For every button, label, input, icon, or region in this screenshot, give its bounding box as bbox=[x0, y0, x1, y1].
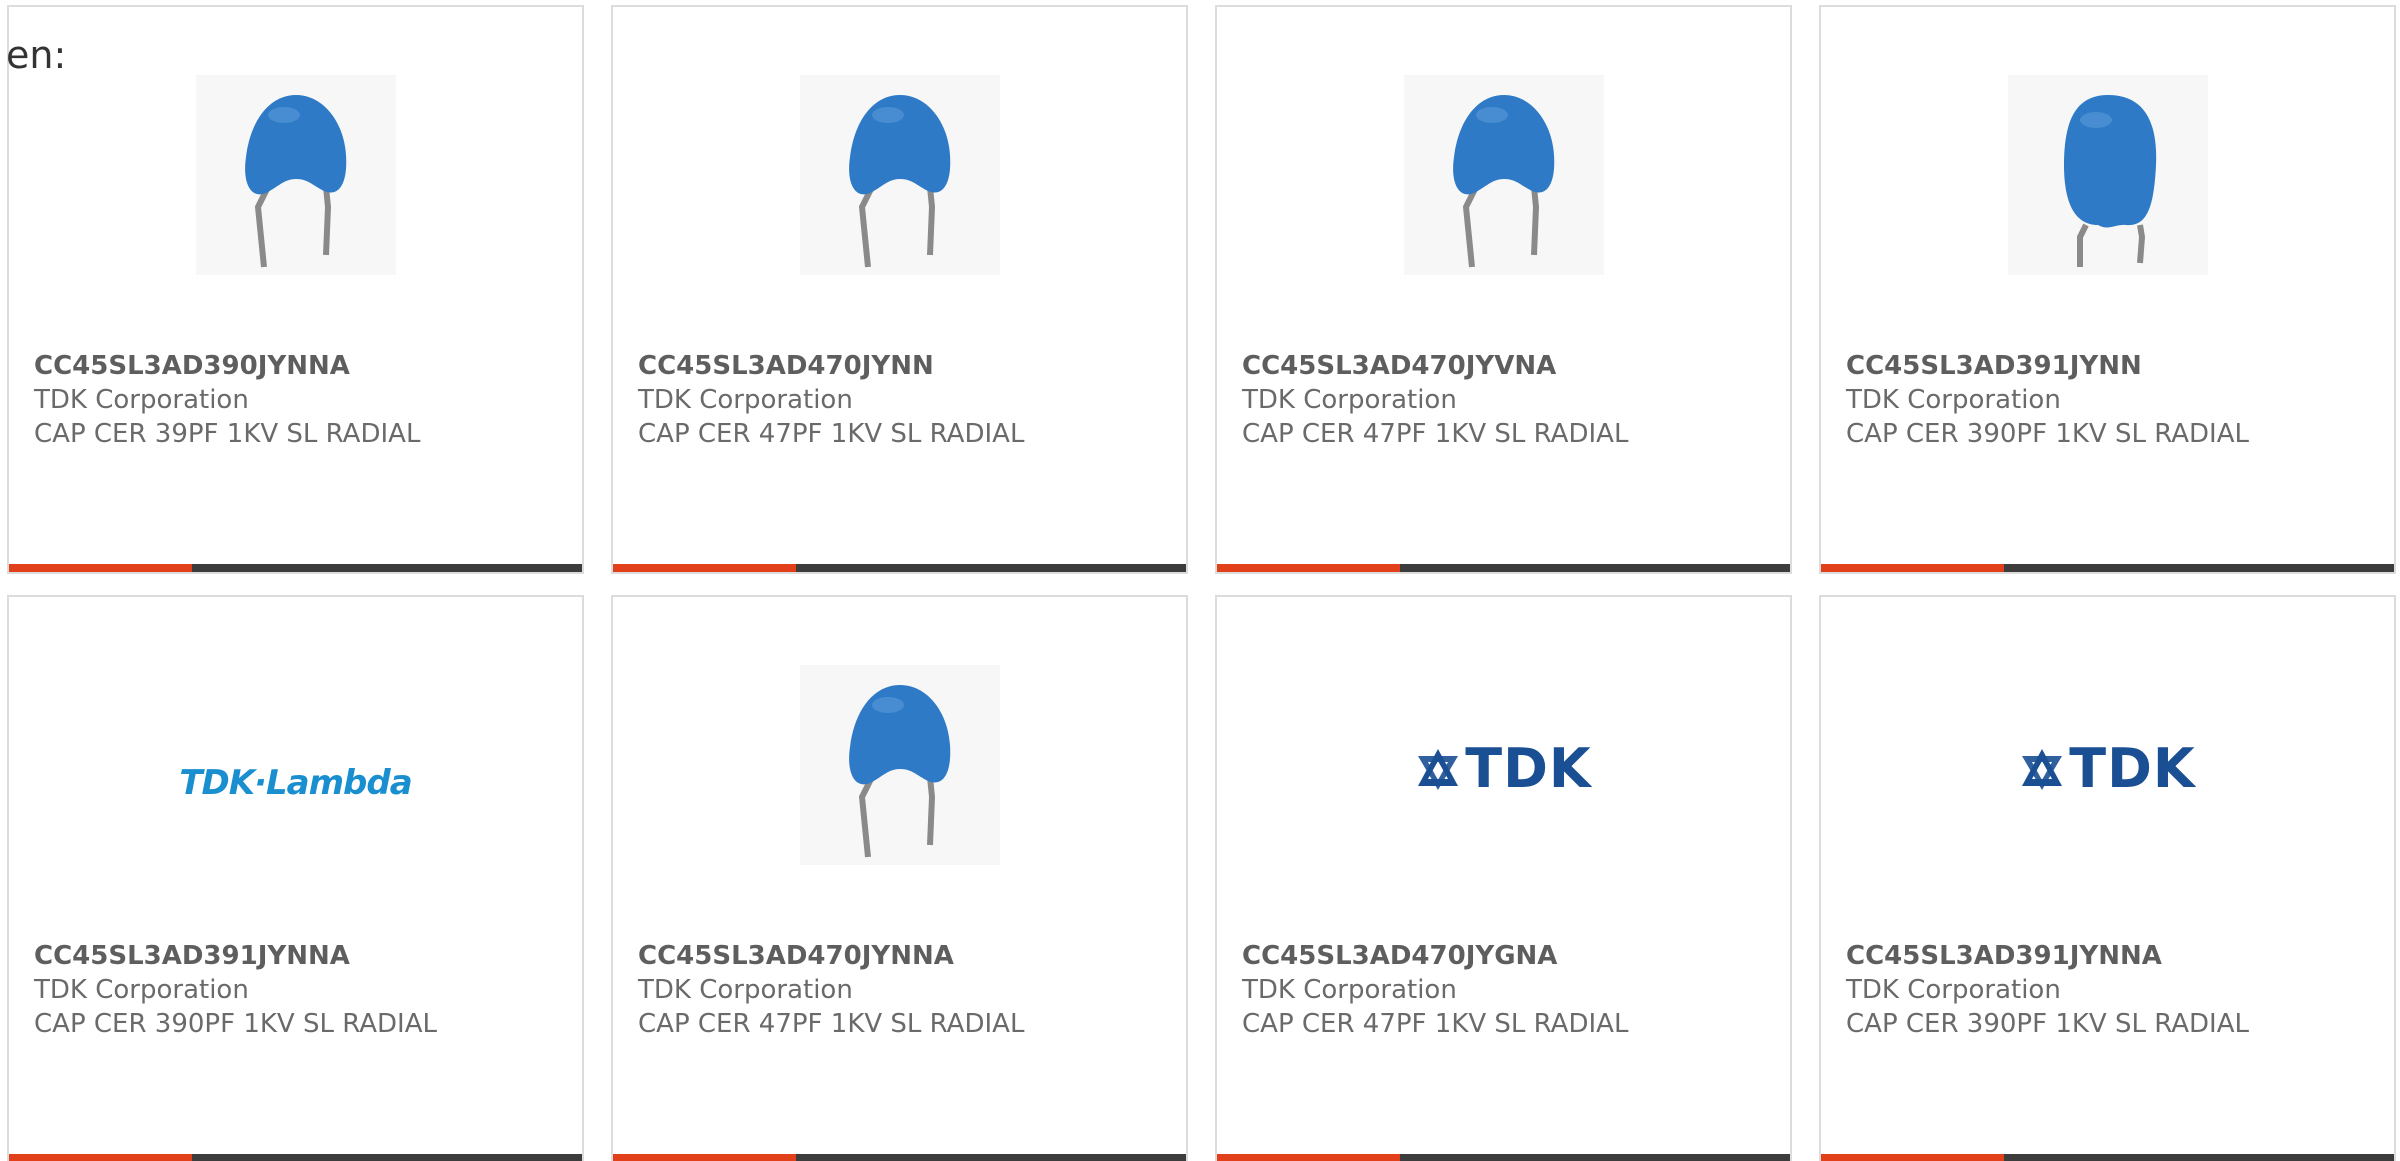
tdk-logo: TDK bbox=[1217, 739, 1790, 799]
product-description: CAP CER 390PF 1KV SL RADIAL bbox=[34, 1009, 437, 1039]
card-footer-bar bbox=[1217, 1154, 1790, 1161]
tdk-lambda-logo: TDK·Lambda bbox=[179, 763, 412, 803]
card-accent-bar bbox=[1217, 564, 1400, 572]
part-number-link[interactable]: CC45SL3AD391JYNN bbox=[1846, 349, 2374, 383]
card-accent-bar bbox=[9, 564, 192, 572]
capacitor-icon bbox=[799, 665, 1000, 865]
product-image[interactable] bbox=[799, 665, 1000, 865]
card-accent-bar bbox=[1217, 1154, 1400, 1161]
product-description: CAP CER 39PF 1KV SL RADIAL bbox=[34, 419, 421, 449]
tdk-logo-text: TDK bbox=[2069, 737, 2196, 800]
product-description: CAP CER 47PF 1KV SL RADIAL bbox=[1242, 419, 1629, 449]
capacitor-icon bbox=[195, 75, 396, 275]
card-footer-bar bbox=[613, 564, 1186, 572]
manufacturer-name: TDK Corporation bbox=[34, 385, 249, 415]
product-info: CC45SL3AD470JYVNA TDK Corporation CAP CER … bbox=[1242, 349, 1770, 451]
product-image[interactable] bbox=[1403, 75, 1604, 275]
tdk-logo-text: TDK bbox=[1465, 737, 1592, 800]
capacitor-icon bbox=[2007, 75, 2208, 275]
part-number-link[interactable]: CC45SL3AD470JYNNA bbox=[638, 939, 1166, 973]
product-info: CC45SL3AD390JYNNA TDK Corporation CAP CER … bbox=[34, 349, 562, 451]
product-info: CC45SL3AD391JYNN TDK Corporation CAP CER 3… bbox=[1846, 349, 2374, 451]
part-number-link[interactable]: CC45SL3AD470JYNN bbox=[638, 349, 1166, 383]
card-footer-bar bbox=[1821, 1154, 2394, 1161]
manufacturer-name: TDK Corporation bbox=[1242, 975, 1457, 1005]
product-card[interactable]: CC45SL3AD470JYVNA TDK Corporation CAP CER … bbox=[1215, 5, 1792, 574]
product-grid: CC45SL3AD390JYNNA TDK Corporation CAP CER … bbox=[7, 5, 2400, 1161]
product-card[interactable]: CC45SL3AD470JYNNA TDK Corporation CAP CER … bbox=[611, 595, 1188, 1161]
language-label: en: bbox=[6, 33, 67, 77]
product-info: CC45SL3AD391JYNNA TDK Corporation CAP CER … bbox=[34, 939, 562, 1041]
tdk-logo-mark: TDK bbox=[1415, 739, 1592, 799]
capacitor-icon bbox=[1403, 75, 1604, 275]
tdk-logo-mark: TDK bbox=[2019, 739, 2196, 799]
product-info: CC45SL3AD470JYGNA TDK Corporation CAP CER … bbox=[1242, 939, 1770, 1041]
card-accent-bar bbox=[613, 564, 796, 572]
card-accent-bar bbox=[9, 1154, 192, 1161]
product-image[interactable] bbox=[799, 75, 1000, 275]
card-footer-bar bbox=[1217, 564, 1790, 572]
card-accent-bar bbox=[1821, 1154, 2004, 1161]
part-number-link[interactable]: CC45SL3AD391JYNNA bbox=[1846, 939, 2374, 973]
card-footer-bar bbox=[1821, 564, 2394, 572]
part-number-link[interactable]: CC45SL3AD391JYNNA bbox=[34, 939, 562, 973]
manufacturer-name: TDK Corporation bbox=[1846, 385, 2061, 415]
product-description: CAP CER 390PF 1KV SL RADIAL bbox=[1846, 1009, 2249, 1039]
product-image[interactable] bbox=[195, 75, 396, 275]
card-footer-bar bbox=[613, 1154, 1186, 1161]
part-number-link[interactable]: CC45SL3AD470JYVNA bbox=[1242, 349, 1770, 383]
product-info: CC45SL3AD391JYNNA TDK Corporation CAP CER … bbox=[1846, 939, 2374, 1041]
tdk-emblem-icon bbox=[2022, 749, 2063, 790]
part-number-link[interactable]: CC45SL3AD470JYGNA bbox=[1242, 939, 1770, 973]
tdk-logo: TDK bbox=[1821, 739, 2394, 799]
manufacturer-name: TDK Corporation bbox=[1242, 385, 1457, 415]
product-info: CC45SL3AD470JYNN TDK Corporation CAP CER 4… bbox=[638, 349, 1166, 451]
card-footer-bar bbox=[9, 1154, 582, 1161]
card-footer-bar bbox=[9, 564, 582, 572]
product-card[interactable]: CC45SL3AD470JYNN TDK Corporation CAP CER 4… bbox=[611, 5, 1188, 574]
manufacturer-name: TDK Corporation bbox=[638, 385, 853, 415]
manufacturer-name: TDK Corporation bbox=[1846, 975, 2061, 1005]
product-card[interactable]: CC45SL3AD390JYNNA TDK Corporation CAP CER … bbox=[7, 5, 584, 574]
card-accent-bar bbox=[613, 1154, 796, 1161]
product-description: CAP CER 390PF 1KV SL RADIAL bbox=[1846, 419, 2249, 449]
part-number-link[interactable]: CC45SL3AD390JYNNA bbox=[34, 349, 562, 383]
product-card[interactable]: CC45SL3AD391JYNN TDK Corporation CAP CER 3… bbox=[1819, 5, 2396, 574]
manufacturer-name: TDK Corporation bbox=[638, 975, 853, 1005]
card-accent-bar bbox=[1821, 564, 2004, 572]
product-description: CAP CER 47PF 1KV SL RADIAL bbox=[1242, 1009, 1629, 1039]
product-card[interactable]: TDK CC45SL3AD391JYNNA TDK Corporation CAP C… bbox=[1819, 595, 2396, 1161]
manufacturer-name: TDK Corporation bbox=[34, 975, 249, 1005]
product-grid-page: en: CC45SL3AD390JYNNA TDK Corporation CAP … bbox=[0, 0, 2400, 1161]
product-info: CC45SL3AD470JYNNA TDK Corporation CAP CER … bbox=[638, 939, 1166, 1041]
product-card[interactable]: TDK·Lambda CC45SL3AD391JYNNA TDK Corporati… bbox=[7, 595, 584, 1161]
product-image[interactable] bbox=[2007, 75, 2208, 275]
product-card[interactable]: TDK CC45SL3AD470JYGNA TDK Corporation CAP C… bbox=[1215, 595, 1792, 1161]
product-description: CAP CER 47PF 1KV SL RADIAL bbox=[638, 419, 1025, 449]
capacitor-icon bbox=[799, 75, 1000, 275]
product-description: CAP CER 47PF 1KV SL RADIAL bbox=[638, 1009, 1025, 1039]
tdk-emblem-icon bbox=[1418, 749, 1459, 790]
